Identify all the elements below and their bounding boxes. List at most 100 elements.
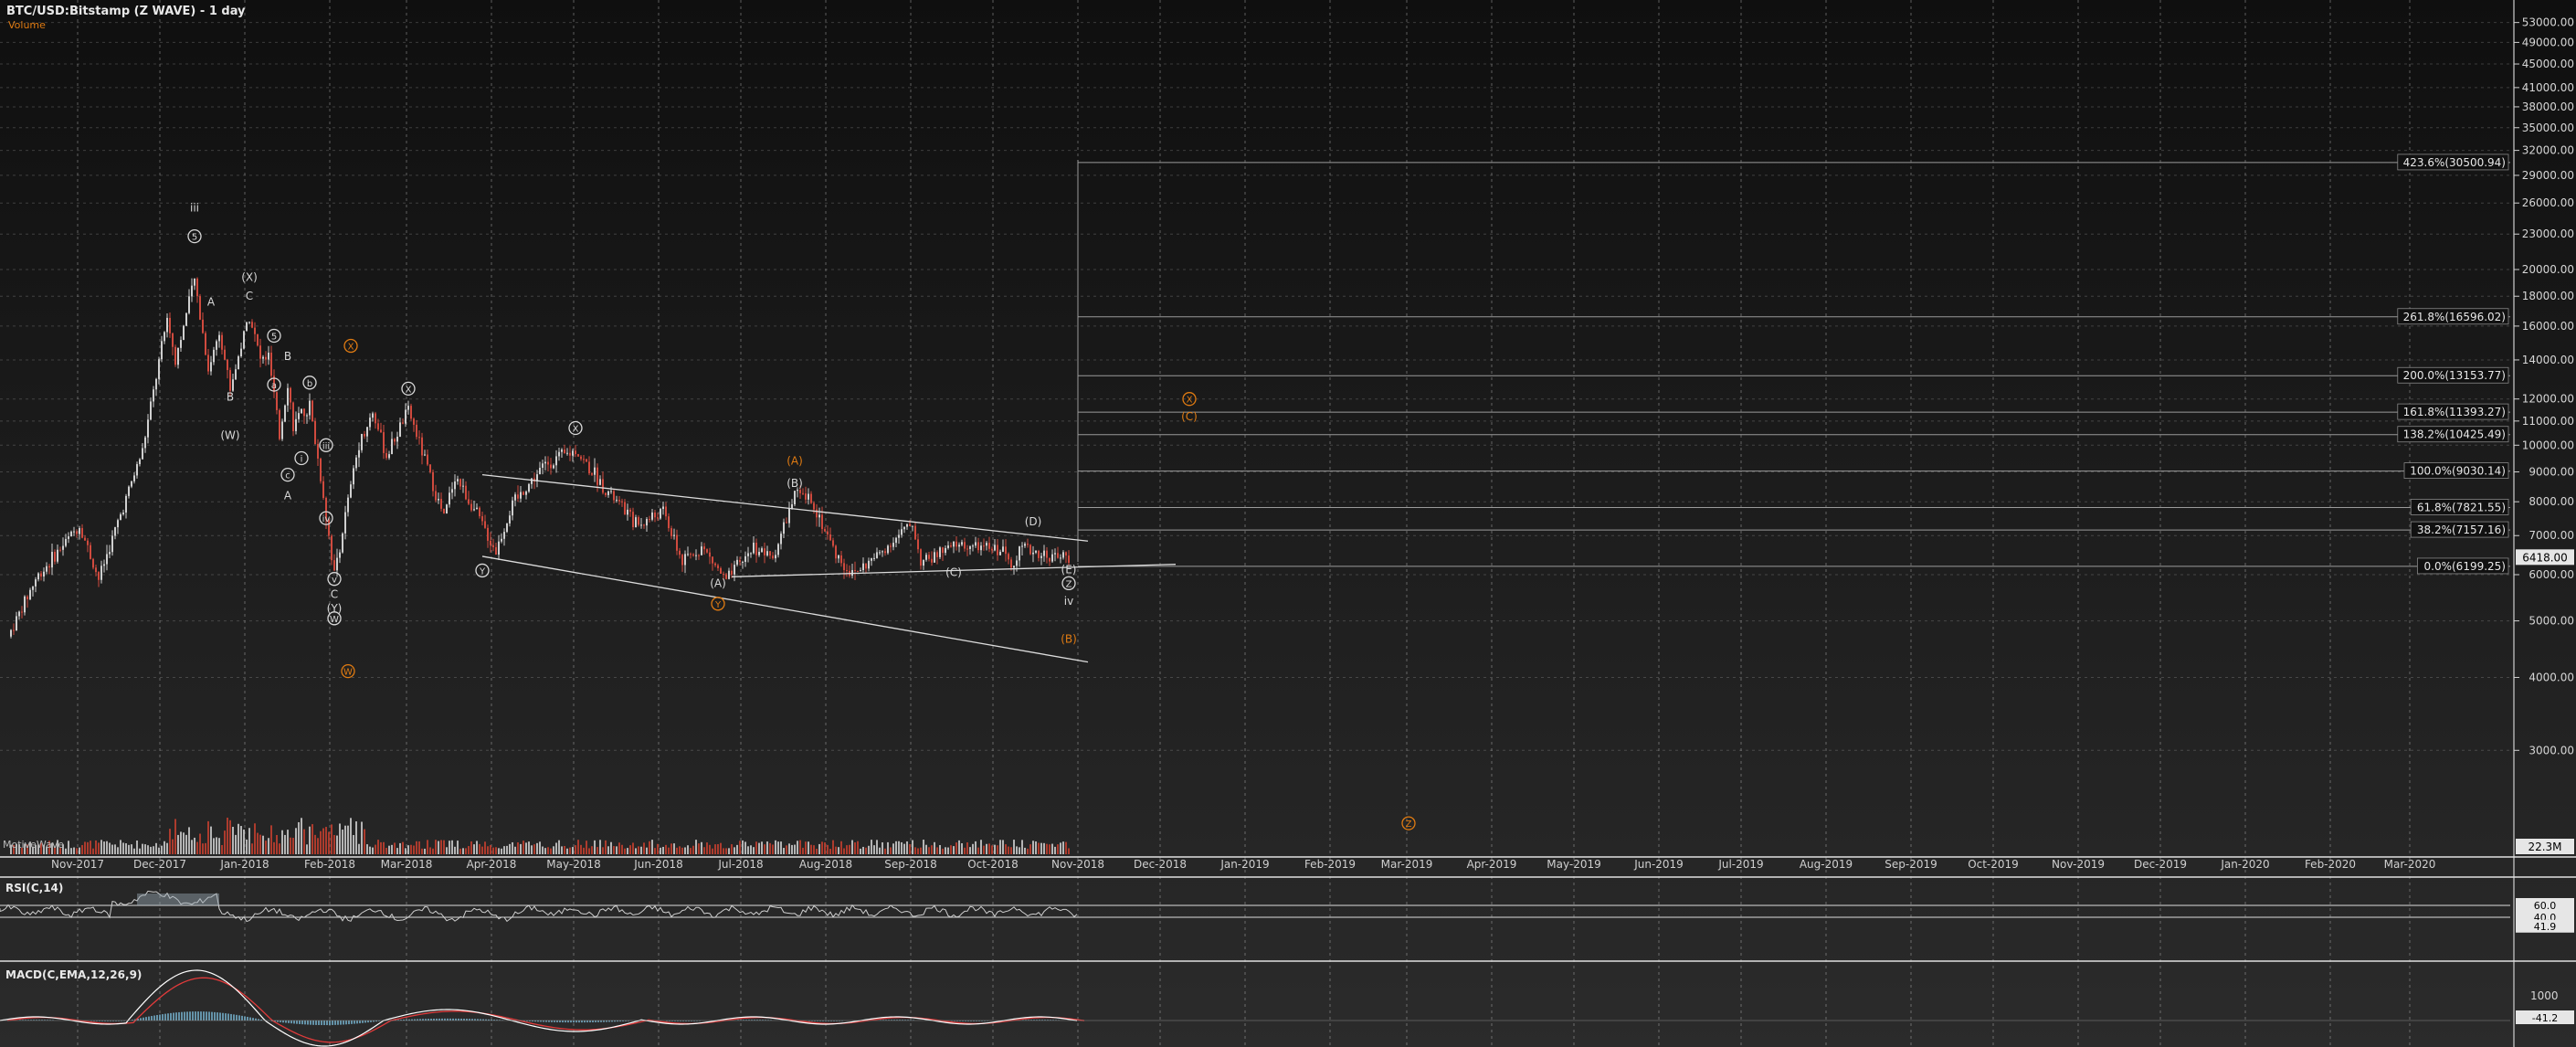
candle-body bbox=[887, 545, 889, 554]
candle-body bbox=[62, 545, 64, 550]
wave-label: C bbox=[331, 588, 338, 601]
candle-body bbox=[838, 555, 839, 559]
volume-bar bbox=[580, 844, 582, 854]
volume-bar bbox=[506, 845, 508, 854]
volume-bar bbox=[794, 844, 796, 854]
candle-body bbox=[635, 517, 637, 527]
volume-bar bbox=[632, 842, 634, 854]
volume-bar bbox=[947, 847, 949, 854]
y-tick-label: 12000.00 bbox=[2522, 393, 2574, 406]
wave-label: C bbox=[246, 290, 253, 302]
macd-hist-bar bbox=[181, 1011, 183, 1021]
candle-body bbox=[13, 629, 15, 631]
candle-body bbox=[339, 552, 341, 558]
candle-body bbox=[303, 408, 305, 417]
macd-hist-bar bbox=[143, 1017, 144, 1021]
x-tick-label: May-2018 bbox=[546, 858, 600, 871]
volume-bar bbox=[714, 844, 716, 854]
candle-body bbox=[835, 545, 837, 559]
volume-bar bbox=[627, 848, 628, 854]
candle-body bbox=[775, 555, 776, 559]
volume-bar bbox=[764, 844, 765, 854]
candle-body bbox=[857, 570, 859, 572]
macd-hist-bar bbox=[282, 1021, 284, 1023]
candle-body bbox=[824, 529, 826, 532]
candle-body bbox=[528, 483, 530, 492]
volume-bar bbox=[723, 848, 724, 854]
volume-bar bbox=[983, 845, 985, 854]
macd-hist-bar bbox=[581, 1021, 583, 1023]
candle-body bbox=[788, 508, 790, 524]
rsi-overbought-fill bbox=[137, 894, 219, 905]
candle-body bbox=[492, 545, 494, 547]
candle-body bbox=[753, 542, 755, 554]
volume-bar bbox=[265, 841, 267, 854]
candle-body bbox=[829, 534, 831, 541]
candle-body bbox=[111, 535, 113, 553]
wave-label: (X) bbox=[241, 270, 258, 283]
x-tick-label: Aug-2018 bbox=[799, 858, 852, 871]
candle-body bbox=[999, 551, 1001, 555]
candle-body bbox=[164, 332, 165, 342]
candle-body bbox=[736, 559, 738, 566]
volume-bar bbox=[1040, 842, 1042, 854]
candle-body bbox=[906, 524, 908, 527]
volume-bar bbox=[945, 847, 946, 854]
candle-body bbox=[235, 369, 237, 380]
macd-title: MACD(C,EMA,12,26,9) bbox=[5, 968, 142, 981]
volume-bar bbox=[876, 840, 878, 854]
candle-body bbox=[673, 534, 675, 536]
volume-bar bbox=[194, 837, 195, 854]
volume-bar bbox=[583, 847, 585, 854]
volume-bar bbox=[755, 841, 757, 854]
volume-bar bbox=[216, 837, 217, 854]
candle-body bbox=[51, 552, 53, 568]
candle-body bbox=[994, 545, 996, 551]
volume-bar bbox=[413, 845, 415, 854]
volume-bar bbox=[720, 842, 722, 854]
macd-signal-line bbox=[6, 977, 1085, 1043]
candle-body bbox=[690, 554, 692, 555]
volume-bar bbox=[1008, 846, 1009, 854]
volume-bar bbox=[196, 841, 198, 854]
macd-hist-bar bbox=[236, 1014, 238, 1021]
volume-bar bbox=[462, 848, 464, 854]
candle-body bbox=[262, 356, 264, 359]
candle-body bbox=[624, 502, 626, 515]
volume-bar bbox=[758, 842, 760, 854]
x-tick-label: Nov-2017 bbox=[51, 858, 104, 871]
volume-bar bbox=[95, 840, 97, 854]
volume-bar bbox=[997, 845, 998, 854]
wave-label: B bbox=[284, 350, 291, 363]
macd-hist-bar bbox=[340, 1021, 342, 1025]
volume-bar bbox=[887, 841, 889, 854]
alt-wave-label: X bbox=[1187, 396, 1193, 406]
volume-bar bbox=[109, 842, 111, 854]
candle-body bbox=[364, 433, 365, 437]
candle-body bbox=[879, 552, 881, 554]
volume-bar bbox=[651, 840, 653, 854]
macd-hist-bar bbox=[460, 1018, 462, 1021]
volume-bar bbox=[873, 845, 875, 854]
volume-bar bbox=[298, 821, 300, 854]
y-tick-label: 23000.00 bbox=[2522, 227, 2574, 240]
candle-body bbox=[1038, 550, 1040, 558]
volume-bar bbox=[728, 848, 730, 854]
x-tick-label: Oct-2019 bbox=[1968, 858, 2019, 871]
candle-body bbox=[720, 567, 722, 575]
candle-body bbox=[295, 418, 297, 431]
candle-body bbox=[723, 574, 724, 576]
candle-body bbox=[810, 493, 812, 503]
candle-body bbox=[895, 537, 897, 544]
volume-bar bbox=[939, 844, 941, 854]
volume-bar bbox=[1065, 841, 1067, 854]
candle-body bbox=[712, 556, 713, 564]
volume-bar bbox=[871, 840, 872, 854]
volume-bar bbox=[418, 841, 420, 854]
volume-bar bbox=[635, 848, 637, 854]
candle-body bbox=[731, 570, 733, 575]
volume-bar bbox=[347, 825, 349, 854]
chart-canvas[interactable]: BTC/USD:Bitstamp (Z WAVE) - 1 dayVolume N… bbox=[0, 0, 2576, 1047]
candle-body bbox=[454, 481, 456, 490]
volume-bar bbox=[640, 846, 642, 854]
